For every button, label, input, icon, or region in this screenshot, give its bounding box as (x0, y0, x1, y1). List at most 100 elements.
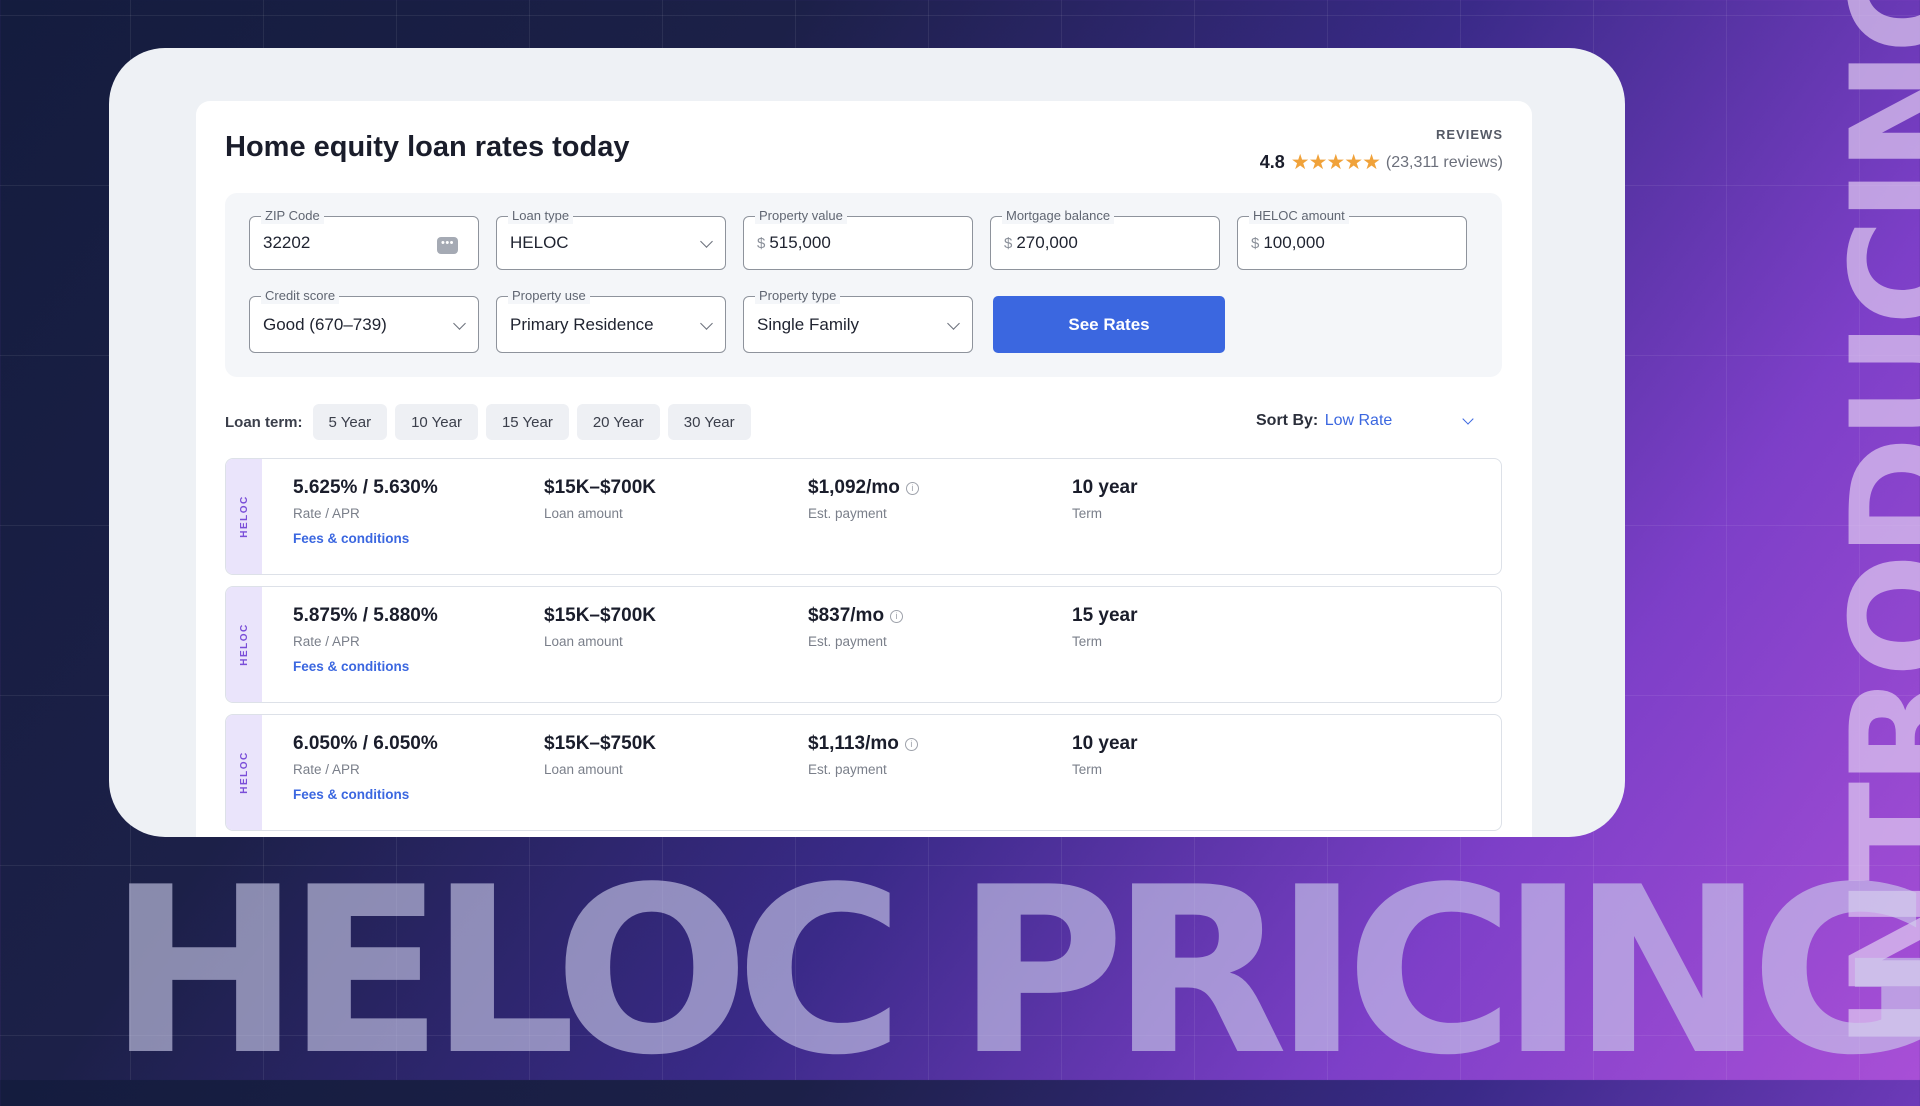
chevron-down-icon[interactable] (1462, 413, 1474, 425)
rate-apr-label: Rate / APR (293, 506, 360, 521)
term-value: 10 year (1072, 477, 1138, 498)
rate-offer-card[interactable]: HELOC 6.050% / 6.050% Rate / APR Fees & … (225, 714, 1502, 831)
term-option-15-year[interactable]: 15 Year (485, 404, 569, 440)
payment-row: $837/mo i (808, 605, 904, 627)
est-payment-label: Est. payment (808, 506, 887, 521)
mortgage-balance-amount: 270,000 (1016, 233, 1078, 252)
est-payment-label: Est. payment (808, 634, 887, 649)
reviews-rating[interactable]: 4.8 ★★★★★ (23,311 reviews) (1260, 150, 1503, 175)
term-label: Term (1072, 634, 1102, 649)
zip-code-label: ZIP Code (261, 208, 324, 224)
banner-big-text: HELOC PRICING (108, 839, 1920, 1106)
property-type-value: Single Family (757, 315, 860, 334)
loan-amount: $15K–$750K (544, 733, 656, 754)
screenshot-frame: Home equity loan rates today REVIEWS 4.8… (109, 48, 1625, 837)
zip-code-field[interactable]: ZIP Code 32202 ••• (249, 208, 479, 270)
loan-type-select[interactable]: Loan type HELOC (496, 208, 726, 270)
loan-type-label: Loan type (508, 208, 574, 224)
star-icons: ★★★★★ (1290, 151, 1381, 174)
fees-conditions-link[interactable]: Fees & conditions (293, 787, 438, 802)
rate-apr: 5.625% / 5.630% (293, 477, 438, 498)
chevron-down-icon (947, 317, 960, 330)
heloc-tag-text: HELOC (238, 623, 250, 666)
term-option-5-year[interactable]: 5 Year (312, 404, 388, 440)
info-icon[interactable]: i (904, 737, 918, 751)
heloc-tag: HELOC (226, 587, 262, 702)
payment-cell: $1,113/mo i Est. payment (808, 733, 918, 777)
est-payment: $1,092/mo (808, 477, 900, 498)
info-icon[interactable]: i (890, 609, 904, 623)
property-type-label: Property type (755, 288, 841, 304)
loan-amount-label: Loan amount (544, 634, 623, 649)
credit-score-value: Good (670–739) (263, 315, 387, 334)
see-rates-button[interactable]: See Rates (993, 296, 1225, 353)
payment-row: $1,113/mo i (808, 733, 918, 755)
term-option-20-year[interactable]: 20 Year (576, 404, 660, 440)
heloc-amount-value: $100,000 (1251, 233, 1325, 253)
property-value-amount: 515,000 (769, 233, 831, 252)
term-option-30-year[interactable]: 30 Year (667, 404, 751, 440)
est-payment-label: Est. payment (808, 762, 887, 777)
sort-dropdown[interactable]: Sort By: Low Rate (1256, 412, 1392, 430)
zip-code-value: 32202 (263, 233, 311, 252)
rate-apr-label: Rate / APR (293, 762, 360, 777)
rate-cell: 6.050% / 6.050% Rate / APR Fees & condit… (293, 733, 438, 802)
rate-form: ZIP Code 32202 ••• Loan type HELOC Prope… (225, 193, 1502, 377)
loan-amount: $15K–$700K (544, 605, 656, 626)
term-option-10-year[interactable]: 10 Year (395, 404, 478, 440)
loan-term-filter: Loan term: 5 Year 10 Year 15 Year 20 Yea… (225, 404, 751, 440)
amount-cell: $15K–$750K Loan amount (544, 733, 656, 777)
heloc-amount-field[interactable]: HELOC amount $100,000 (1237, 208, 1467, 270)
reviews-label: REVIEWS (1436, 127, 1503, 142)
sort-value: Low Rate (1324, 412, 1393, 429)
currency-prefix: $ (1004, 235, 1013, 252)
property-type-select[interactable]: Property type Single Family (743, 288, 973, 353)
rate-apr: 5.875% / 5.880% (293, 605, 438, 626)
chevron-down-icon (453, 317, 466, 330)
heloc-tag-text: HELOC (238, 495, 250, 538)
fees-conditions-link[interactable]: Fees & conditions (293, 659, 438, 674)
credit-score-label: Credit score (261, 288, 340, 304)
more-dots-icon[interactable]: ••• (437, 237, 458, 254)
term-label: Term (1072, 762, 1102, 777)
loan-amount-label: Loan amount (544, 506, 623, 521)
payment-cell: $1,092/mo i Est. payment (808, 477, 919, 521)
loan-amount: $15K–$700K (544, 477, 656, 498)
fees-conditions-link[interactable]: Fees & conditions (293, 531, 438, 546)
heloc-tag: HELOC (226, 715, 262, 830)
rate-apr-label: Rate / APR (293, 634, 360, 649)
payment-cell: $837/mo i Est. payment (808, 605, 904, 649)
rating-score: 4.8 (1259, 152, 1285, 172)
loan-amount-label: Loan amount (544, 762, 623, 777)
amount-cell: $15K–$700K Loan amount (544, 477, 656, 521)
term-label: Term (1072, 506, 1102, 521)
property-use-select[interactable]: Property use Primary Residence (496, 288, 726, 353)
heloc-tag-text: HELOC (238, 751, 250, 794)
credit-score-select[interactable]: Credit score Good (670–739) (249, 288, 479, 353)
loan-term-label: Loan term: (225, 413, 303, 431)
currency-prefix: $ (1251, 235, 1260, 252)
amount-cell: $15K–$700K Loan amount (544, 605, 656, 649)
mortgage-balance-field[interactable]: Mortgage balance $270,000 (990, 208, 1220, 270)
info-icon[interactable]: i (905, 481, 919, 495)
property-value-value: $515,000 (757, 233, 831, 253)
chevron-down-icon (700, 317, 713, 330)
term-cell: 10 year Term (1072, 477, 1138, 521)
page-title: Home equity loan rates today (225, 131, 630, 163)
term-value: 15 year (1072, 605, 1138, 626)
sort-label: Sort By: (1256, 412, 1319, 429)
property-value-field[interactable]: Property value $515,000 (743, 208, 973, 270)
heloc-tag: HELOC (226, 459, 262, 574)
mortgage-balance-value: $270,000 (1004, 233, 1078, 253)
rate-offer-card[interactable]: HELOC 5.625% / 5.630% Rate / APR Fees & … (225, 458, 1502, 575)
rate-apr: 6.050% / 6.050% (293, 733, 438, 754)
rate-offer-card[interactable]: HELOC 5.875% / 5.880% Rate / APR Fees & … (225, 586, 1502, 703)
est-payment: $837/mo (808, 605, 885, 626)
term-cell: 15 year Term (1072, 605, 1138, 649)
rate-cell: 5.875% / 5.880% Rate / APR Fees & condit… (293, 605, 438, 674)
rate-cell: 5.625% / 5.630% Rate / APR Fees & condit… (293, 477, 438, 546)
property-use-label: Property use (508, 288, 590, 304)
property-use-value: Primary Residence (510, 315, 654, 334)
term-cell: 10 year Term (1072, 733, 1138, 777)
property-value-label: Property value (755, 208, 847, 224)
